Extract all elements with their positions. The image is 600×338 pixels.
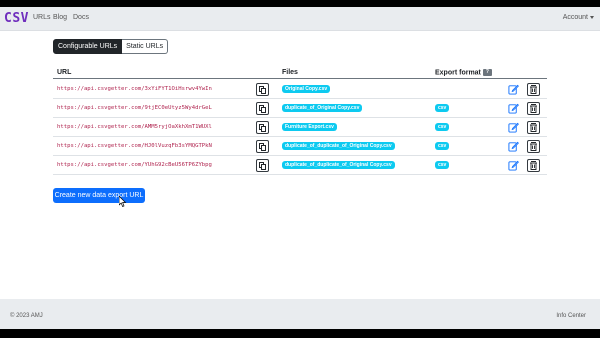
copy-icon-front (261, 126, 266, 132)
top-letterbox (0, 0, 600, 7)
export-format-label: Export format (435, 69, 481, 77)
account-label: Account (562, 14, 588, 21)
table-row: https://api.csvgetter.com/HJ0lVuzqFb3sYM… (53, 137, 547, 156)
edit-icon[interactable] (508, 122, 519, 133)
export-url[interactable]: https://api.csvgetter.com/HJ0lVuzqFb3sYM… (57, 143, 212, 149)
edit-icon[interactable] (508, 103, 519, 114)
trash-icon (530, 123, 537, 132)
trash-icon (530, 85, 537, 94)
navbar: CSV URLs Blog Docs Account (0, 7, 600, 31)
copy-url-button[interactable] (256, 140, 269, 153)
copy-url-button[interactable] (256, 159, 269, 172)
trash-icon (530, 104, 537, 113)
edit-icon[interactable] (508, 160, 519, 171)
url-type-tabs: Configurable URLs Static URLs (53, 39, 169, 54)
format-badge: csv (435, 104, 450, 112)
mouse-cursor-icon (119, 196, 127, 207)
column-header-files: Files (282, 69, 298, 76)
delete-button[interactable] (527, 83, 540, 96)
file-badge: Furniture Export.csv (282, 123, 337, 131)
table-row: https://api.csvgetter.com/YUhG92cBeU56TP… (53, 156, 547, 175)
table-row: https://api.csvgetter.com/AMM5ryjOaXkhXm… (53, 118, 547, 137)
copy-icon-front (261, 107, 266, 113)
delete-button[interactable] (527, 121, 540, 134)
export-url[interactable]: https://api.csvgetter.com/9tjEC0eUtyz5Wy… (57, 105, 212, 111)
copy-icon-front (261, 88, 266, 94)
file-badge: duplicate_of_Original Copy.csv (282, 104, 363, 112)
footer-copyright: © 2023 AMJ (10, 313, 43, 319)
help-badge[interactable]: ? (482, 69, 492, 76)
main-content: Configurable URLs Static URLs URL Files … (0, 31, 600, 299)
table-row: https://api.csvgetter.com/3xYiFYT1OiHsrw… (53, 80, 547, 99)
trash-icon (530, 142, 537, 151)
edit-icon[interactable] (508, 84, 519, 95)
bottom-letterbox (0, 329, 600, 338)
header-divider (53, 78, 547, 79)
trash-icon (530, 161, 537, 170)
file-badge: Original Copy.csv (282, 85, 331, 93)
tab-configurable-urls[interactable]: Configurable URLs (53, 39, 123, 54)
file-badge: duplicate_of_duplicate_of_Original Copy.… (282, 142, 395, 150)
nav-link-blog[interactable]: Blog (53, 14, 67, 21)
copy-url-button[interactable] (256, 102, 269, 115)
tab-static-urls[interactable]: Static URLs (122, 39, 169, 54)
create-url-button[interactable]: Create new data export URL (53, 188, 145, 203)
copy-url-button[interactable] (256, 83, 269, 96)
column-header-url: URL (57, 69, 72, 76)
info-center-link[interactable]: Info Center (556, 313, 586, 319)
edit-icon[interactable] (508, 141, 519, 152)
format-badge: csv (435, 161, 450, 169)
nav-link-urls[interactable]: URLs (33, 14, 51, 21)
caret-down-icon (590, 15, 594, 19)
delete-button[interactable] (527, 102, 540, 115)
copy-url-button[interactable] (256, 121, 269, 134)
copy-icon-front (261, 145, 266, 151)
brand-logo[interactable]: CSV (4, 11, 29, 26)
nav-link-docs[interactable]: Docs (73, 14, 89, 21)
account-dropdown[interactable]: Account (563, 14, 594, 21)
delete-button[interactable] (527, 140, 540, 153)
export-url[interactable]: https://api.csvgetter.com/3xYiFYT1OiHsrw… (57, 86, 212, 92)
column-header-export-format: Export format? (435, 69, 492, 76)
file-badge: duplicate_of_duplicate_of_Original Copy.… (282, 161, 395, 169)
format-badge: csv (435, 123, 450, 131)
format-badge: csv (435, 142, 450, 150)
copy-icon-front (261, 164, 266, 170)
delete-button[interactable] (527, 159, 540, 172)
export-url[interactable]: https://api.csvgetter.com/AMM5ryjOaXkhXm… (57, 124, 212, 130)
table-row: https://api.csvgetter.com/9tjEC0eUtyz5Wy… (53, 99, 547, 118)
footer: © 2023 AMJ Info Center (0, 299, 600, 329)
export-url[interactable]: https://api.csvgetter.com/YUhG92cBeU56TP… (57, 162, 212, 168)
